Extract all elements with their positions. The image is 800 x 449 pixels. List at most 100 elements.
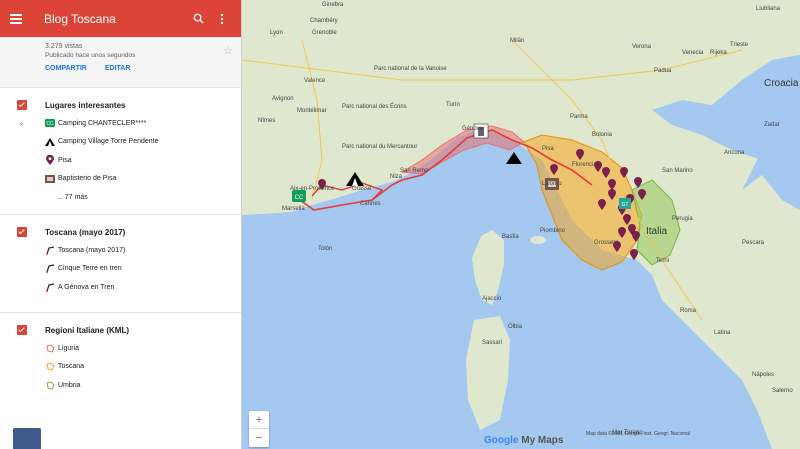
- map-label: Perugia: [672, 216, 693, 222]
- island-elba: [530, 236, 546, 244]
- legend-item-label: Liguria: [58, 344, 80, 352]
- map-label: Cannes: [360, 201, 381, 207]
- svg-text:GT: GT: [622, 202, 629, 208]
- map-label: Olbia: [508, 324, 523, 330]
- map-info: 3.279 vistas Publicado hace unos segundo…: [0, 37, 241, 88]
- zoom-out-button[interactable]: −: [249, 429, 269, 447]
- map-label: Venecia: [682, 50, 704, 56]
- legend-item-pisa[interactable]: Pisa: [0, 151, 241, 170]
- map-label: Pisa: [542, 146, 554, 152]
- star-icon[interactable]: ☆: [223, 44, 233, 57]
- map-label: Verona: [632, 44, 652, 50]
- legend-item-label: A Génova en Tren: [58, 283, 115, 291]
- map-label: Bastia: [502, 234, 519, 240]
- layer-title: Toscana (mayo 2017): [45, 227, 126, 237]
- legend-item-label: Baptisterio de Pisa: [58, 175, 117, 183]
- map-label: Grasse: [352, 186, 372, 192]
- map-label: Grenoble: [312, 30, 337, 36]
- map-label: Liubliana: [756, 6, 781, 12]
- route-icon: [45, 245, 55, 255]
- legend-item-label: Cinque Terre en tren: [58, 265, 122, 273]
- map-label: San Remo: [400, 168, 429, 174]
- legend-item-label: Toscana: [58, 363, 85, 371]
- legend-item-route-toscana[interactable]: Toscana (mayo 2017): [0, 241, 241, 260]
- edit-button[interactable]: EDITAR: [105, 65, 131, 72]
- layer-title: Lugares interesantes: [45, 100, 126, 110]
- legend-item-route-cinque-terre[interactable]: Cinque Terre en tren: [0, 260, 241, 279]
- layer-header: Lugares interesantes: [0, 96, 241, 114]
- legend-item-label: Umbria: [58, 381, 81, 389]
- map-label: Ajaccio: [482, 296, 502, 302]
- layer-header: Toscana (mayo 2017): [0, 223, 241, 241]
- legend-topbar: Blog Toscana: [0, 0, 241, 37]
- map-svg[interactable]: CC GT GinebraLyon GrenobleChambéryValenc…: [242, 0, 800, 449]
- map-title: Blog Toscana: [44, 11, 116, 26]
- legend-item-route-genova[interactable]: A Génova en Tren: [0, 278, 241, 297]
- island-corsica: [472, 230, 504, 305]
- tent-icon: [45, 137, 55, 147]
- map-label: Milán: [510, 38, 524, 44]
- layer-title: Regioni Italiane (KML): [45, 325, 129, 335]
- polygon-icon: [45, 362, 55, 372]
- map-label: Croacia: [764, 78, 799, 89]
- legend-item-label: Camping Village Torre Pendente: [58, 138, 159, 146]
- map-pin-icon: [45, 155, 55, 166]
- map-label: Terni: [656, 258, 669, 264]
- map-label: Parc national de la Vanoise: [374, 66, 447, 72]
- map-label: San Marino: [662, 168, 693, 174]
- map-label: Niza: [390, 174, 403, 180]
- map-label: Tolón: [318, 246, 332, 252]
- map-label: Turín: [446, 102, 460, 108]
- google-my-maps-logo: Google My Maps: [484, 435, 563, 446]
- route-icon: [45, 282, 55, 292]
- zoom-in-button[interactable]: +: [249, 411, 269, 429]
- more-items-link[interactable]: ... 77 más: [0, 188, 241, 206]
- legend-item-liguria[interactable]: Liguria: [0, 339, 241, 358]
- map-label: Pescara: [742, 240, 765, 246]
- island-sardinia: [466, 316, 510, 430]
- share-button[interactable]: COMPARTIR: [45, 65, 87, 72]
- layer-checkbox[interactable]: [17, 100, 27, 110]
- layer-regioni: Regioni Italiane (KML) Liguria Toscana U…: [0, 313, 241, 409]
- map-canvas[interactable]: CC GT Ginebra Lyon Grenoble Chambéry Val…: [242, 0, 800, 449]
- layer-checkbox[interactable]: [17, 325, 27, 335]
- layer-checkbox[interactable]: [17, 227, 27, 237]
- map-actions: COMPARTIR EDITAR: [45, 65, 241, 72]
- map-label: Ancona: [724, 150, 745, 156]
- brand-mymaps: My Maps: [521, 435, 564, 446]
- legend-item-toscana-region[interactable]: Toscana: [0, 358, 241, 377]
- map-label: Montélimar: [297, 108, 327, 114]
- brand-google: Google: [484, 435, 519, 446]
- map-label: Florencia: [572, 162, 597, 168]
- map-legend-panel: Blog Toscana 3.279 vistas Publicado hace…: [0, 0, 242, 449]
- app-root: Blog Toscana 3.279 vistas Publicado hace…: [0, 0, 800, 449]
- legend-item-camping-chantecler[interactable]: CC Camping CHANTECLER****: [0, 114, 241, 133]
- legend-item-umbria[interactable]: Umbria: [0, 376, 241, 395]
- map-label: Chambéry: [310, 18, 338, 24]
- gt-marker[interactable]: GT: [619, 198, 631, 209]
- legend-item-baptisterio[interactable]: Baptisterio de Pisa: [0, 170, 241, 189]
- map-label: Livorno: [542, 181, 562, 187]
- map-label: Nîmes: [258, 118, 275, 124]
- menu-icon[interactable]: [10, 12, 26, 26]
- route-icon: [45, 264, 55, 274]
- map-attribution[interactable]: Map data ©2021 Google, Inst. Geogr. Naci…: [586, 431, 690, 437]
- map-label: Marsella: [282, 206, 305, 212]
- map-label: Roma: [680, 308, 697, 314]
- legend-item-camping-torre-pendente[interactable]: Camping Village Torre Pendente: [0, 133, 241, 152]
- map-label: Parc national des Écrins: [342, 103, 407, 110]
- search-icon[interactable]: [189, 10, 207, 28]
- map-label: Parc national du Mercantour: [342, 144, 417, 150]
- tent-marker-liguria[interactable]: [506, 152, 522, 164]
- legend-item-label: Toscana (mayo 2017): [58, 246, 126, 254]
- map-label: Ginebra: [322, 2, 344, 8]
- map-label: Italia: [646, 226, 668, 237]
- map-label: Nápoles: [752, 372, 774, 378]
- more-vert-icon[interactable]: [213, 10, 231, 28]
- map-label: Grosseto: [594, 240, 619, 246]
- layer-lugares: Lugares interesantes ⌄ CC Camping CHANTE…: [0, 88, 241, 215]
- map-label: Piombino: [540, 228, 566, 234]
- map-thumbnail[interactable]: [13, 428, 41, 449]
- map-label: Padua: [654, 68, 672, 74]
- legend-item-label: Camping CHANTECLER****: [58, 119, 147, 127]
